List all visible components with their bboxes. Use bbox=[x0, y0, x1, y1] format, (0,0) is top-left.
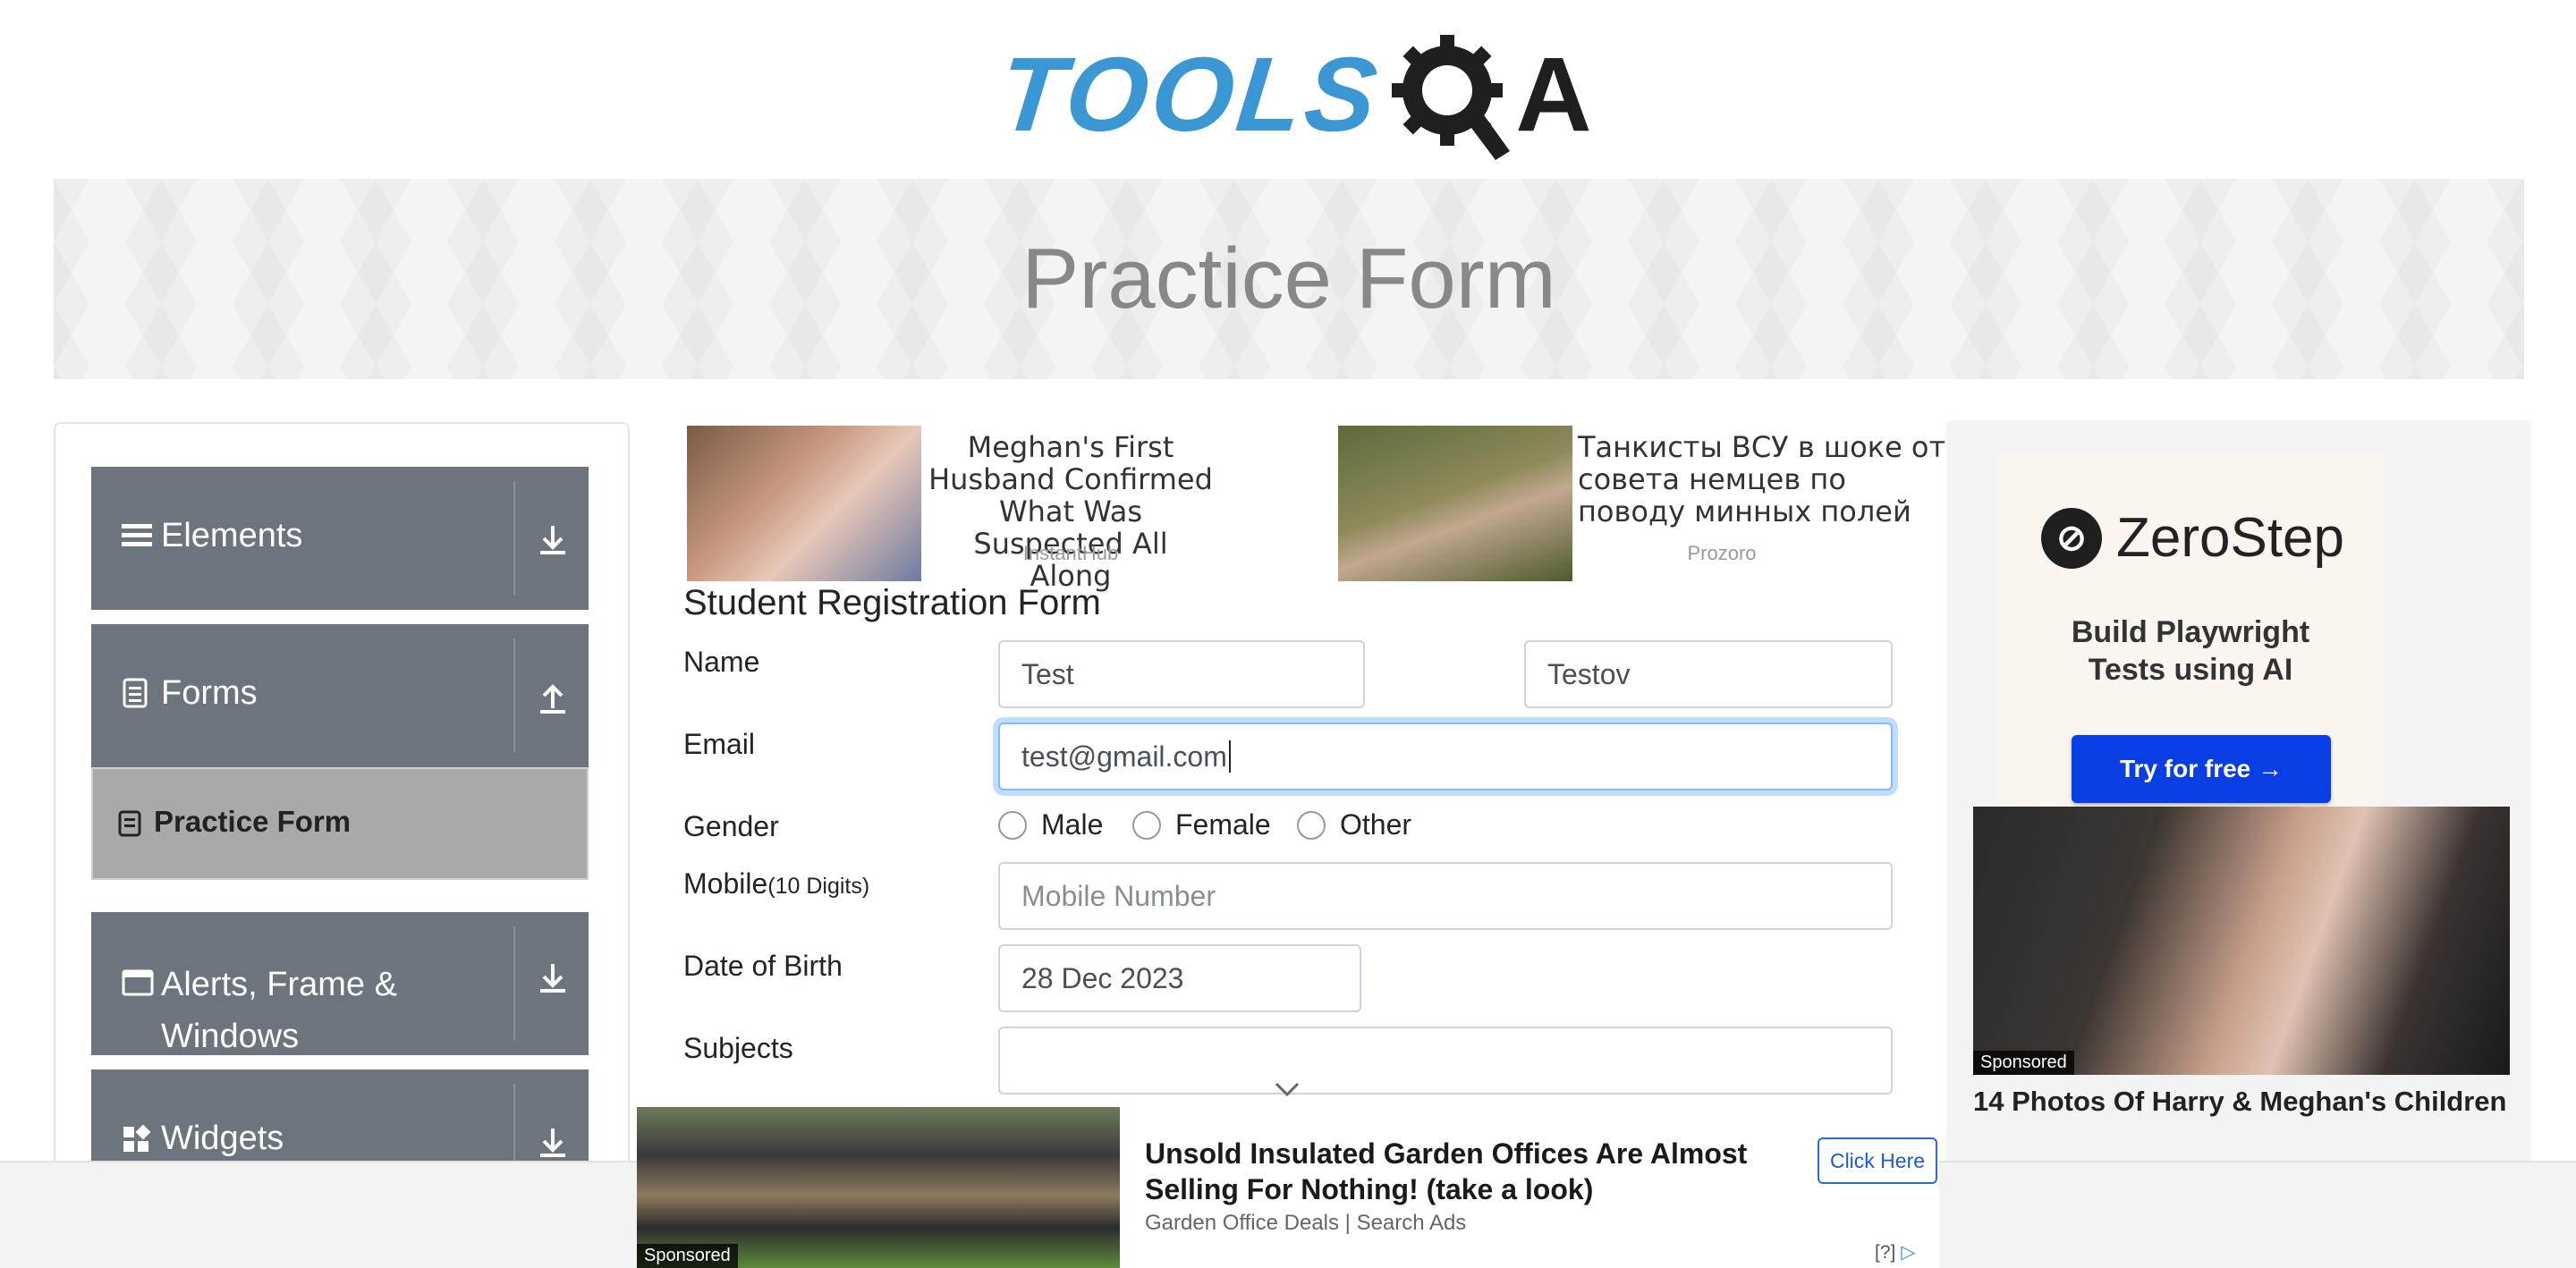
sidebar-group-elements[interactable]: Elements bbox=[91, 467, 589, 610]
gender-radio-female[interactable]: Female bbox=[1132, 808, 1271, 841]
divider bbox=[513, 638, 515, 753]
form-icon bbox=[118, 810, 141, 841]
ad-title: Meghan's First Husband Confirmed What Wa… bbox=[928, 430, 1213, 593]
gear-magnifier-icon bbox=[1385, 28, 1519, 162]
download-arrow-icon bbox=[533, 520, 572, 560]
mobile-label-text: Mobile bbox=[683, 867, 768, 900]
sidebar-item-label: Practice Form bbox=[154, 805, 352, 838]
sponsored-article-title[interactable]: 14 Photos Of Harry & Meghan's Children bbox=[1973, 1084, 2510, 1120]
ad-photo bbox=[1338, 426, 1572, 581]
bottom-ad-source: Garden Office Deals | Search Ads bbox=[1145, 1211, 1467, 1235]
subjects-input[interactable] bbox=[998, 1027, 1893, 1095]
divider bbox=[513, 481, 515, 596]
radio-circle[interactable] bbox=[998, 810, 1027, 840]
sponsored-tag: Sponsored bbox=[1973, 1051, 2074, 1075]
right-ad-column: ⊘ ZeroStep Build Playwright Tests using … bbox=[1948, 422, 2529, 1268]
logo-suffix: A bbox=[1515, 36, 1592, 154]
first-name-input[interactable]: Test bbox=[998, 640, 1365, 708]
ad-photo bbox=[687, 426, 921, 581]
ad-title: Танкисты ВСУ в шоке от совета немцев по … bbox=[1578, 430, 1946, 528]
browser-window-icon bbox=[122, 969, 154, 1001]
zerostep-icon: ⊘ bbox=[2041, 507, 2102, 569]
mobile-label: Mobile(10 Digits) bbox=[683, 867, 869, 900]
dob-label: Date of Birth bbox=[683, 950, 843, 982]
adchoices-icon: ▷ bbox=[1901, 1242, 1916, 1263]
hamburger-icon bbox=[122, 522, 152, 554]
toolsqa-logo[interactable]: TOOLS A bbox=[994, 25, 1592, 165]
ad-card-1[interactable]: Meghan's First Husband Confirmed What Wa… bbox=[687, 426, 1224, 592]
sidebar-group-forms[interactable]: Forms bbox=[91, 624, 589, 767]
sidebar-group-label: Alerts, Frame & Windows bbox=[161, 959, 397, 1062]
sidebar-item-practice-form[interactable]: Practice Form bbox=[91, 767, 589, 880]
click-here-button[interactable]: Click Here bbox=[1818, 1137, 1937, 1184]
page-header-banner: Practice Form bbox=[54, 179, 2524, 379]
mobile-hint: (10 Digits) bbox=[767, 874, 870, 899]
sponsored-tag: Sponsored bbox=[637, 1244, 738, 1268]
sidebar-group-label: Forms bbox=[161, 674, 258, 712]
sidebar: Elements Forms Practice Form Alerts, Fra… bbox=[54, 422, 630, 1268]
zerostep-tagline: Build Playwright Tests using AI bbox=[2071, 615, 2310, 687]
document-icon bbox=[122, 678, 148, 713]
gender-label: Gender bbox=[683, 810, 779, 842]
gender-radio-male[interactable]: Male bbox=[998, 808, 1103, 841]
sidebar-group-label: Widgets bbox=[161, 1120, 284, 1157]
sidebar-group-label: Elements bbox=[161, 517, 303, 554]
last-name-input[interactable]: Testov bbox=[1524, 640, 1893, 708]
radio-label: Male bbox=[1041, 808, 1104, 841]
ad-source: Prozoro bbox=[1687, 542, 1757, 564]
subjects-label: Subjects bbox=[683, 1032, 793, 1064]
ad-help-link[interactable]: [?] ▷ bbox=[1875, 1241, 1915, 1264]
logo-text: TOOLS bbox=[994, 36, 1386, 154]
garden-office-photo: Sponsored bbox=[637, 1107, 1120, 1268]
name-label: Name bbox=[683, 646, 760, 678]
bottom-ad[interactable]: Sponsored Unsold Insulated Garden Office… bbox=[637, 1107, 1939, 1268]
radio-circle[interactable] bbox=[1297, 810, 1326, 840]
download-arrow-icon bbox=[533, 959, 572, 998]
bottom-ad-title: Unsold Insulated Garden Offices Are Almo… bbox=[1145, 1137, 1748, 1205]
zerostep-ad[interactable]: ⊘ ZeroStep Build Playwright Tests using … bbox=[1998, 452, 2383, 810]
email-label: Email bbox=[683, 728, 756, 760]
email-value: test@gmail.com bbox=[1021, 740, 1227, 773]
radio-label: Other bbox=[1340, 808, 1412, 841]
chevron-down-icon bbox=[1274, 1080, 1301, 1103]
upload-arrow-icon bbox=[533, 678, 572, 717]
radio-circle[interactable] bbox=[1132, 810, 1161, 840]
email-input[interactable]: test@gmail.com bbox=[998, 723, 1893, 790]
divider bbox=[513, 926, 515, 1041]
radio-label: Female bbox=[1175, 808, 1271, 841]
sponsored-photo[interactable]: Sponsored bbox=[1973, 807, 2510, 1075]
zerostep-logo: ⊘ ZeroStep bbox=[2041, 506, 2344, 570]
ad-card-2[interactable]: Танкисты ВСУ в шоке от совета немцев по … bbox=[1338, 426, 1946, 583]
page-title: Practice Form bbox=[1021, 231, 1556, 326]
sidebar-group-label-line2: Windows bbox=[161, 1018, 300, 1055]
try-for-free-button[interactable]: Try for free → bbox=[2072, 735, 2331, 803]
mobile-input[interactable]: Mobile Number bbox=[998, 862, 1893, 930]
sidebar-group-label-line1: Alerts, Frame & bbox=[161, 966, 397, 1003]
zerostep-brand: ZeroStep bbox=[2116, 507, 2345, 569]
date-of-birth-input[interactable]: 28 Dec 2023 bbox=[998, 944, 1361, 1012]
gender-radio-other[interactable]: Other bbox=[1297, 808, 1411, 841]
text-cursor bbox=[1228, 740, 1231, 773]
sidebar-group-alerts-frame-windows[interactable]: Alerts, Frame & Windows bbox=[91, 912, 589, 1055]
widgets-icon bbox=[122, 1124, 151, 1158]
ad-source: InstantHub bbox=[1022, 542, 1119, 564]
ad-help-text: [?] bbox=[1875, 1242, 1896, 1263]
form-title: Student Registration Form bbox=[683, 583, 1101, 622]
download-arrow-icon bbox=[533, 1123, 572, 1162]
